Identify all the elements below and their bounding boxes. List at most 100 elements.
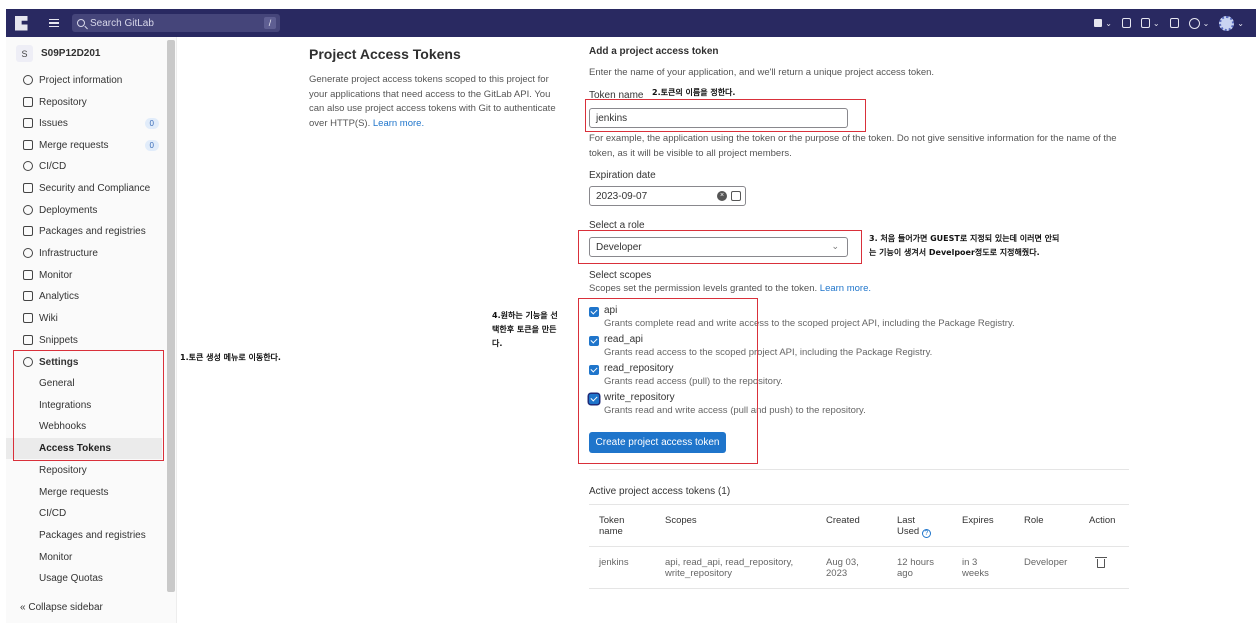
page-title: Project Access Tokens (309, 46, 461, 62)
clear-date-icon[interactable]: × (717, 191, 727, 201)
sidebar-item-repository[interactable]: Repository (6, 92, 166, 112)
scissors-icon (23, 335, 33, 345)
form-heading: Add a project access token (589, 46, 719, 57)
todo-icon (1169, 18, 1179, 28)
merge-icon (23, 140, 33, 150)
deploy-icon (23, 205, 33, 215)
sidebar-item-analytics[interactable]: Analytics (6, 286, 166, 306)
scopes-help: Scopes set the permission levels granted… (589, 283, 872, 294)
search-placeholder: Search GitLab (90, 17, 154, 29)
menu-icon[interactable] (44, 9, 64, 37)
issues-icon (23, 118, 33, 128)
top-navbar: Search GitLab / ⌄ ⌄ ⌄ ⌄ (6, 9, 1256, 37)
double-chevron-left-icon: « (20, 602, 26, 613)
row-created: Aug 03, 2023 (826, 557, 859, 579)
annotation-2: 2.토큰의 이름을 정한다. (652, 88, 736, 97)
rocket-icon (23, 161, 33, 171)
divider (589, 469, 1129, 470)
learn-more-link[interactable]: Learn more. (373, 118, 424, 129)
active-tokens-title: Active project access tokens (1) (589, 486, 731, 497)
help-nav-button[interactable]: ⌄ (1188, 17, 1209, 29)
sidebar-sub-cicd[interactable]: CI/CD (6, 503, 162, 524)
row-expires: in 3 weeks (962, 557, 989, 579)
issues-icon (1121, 18, 1131, 28)
calendar-icon[interactable] (731, 191, 741, 201)
cloud-icon (23, 248, 33, 258)
annotation-3: 3. 처음 들어가면 GUEST로 지정되 있는데 이러면 안되 는 기능이 생… (869, 234, 1060, 257)
header-role: Role (1024, 515, 1044, 526)
sidebar-item-infrastructure[interactable]: Infrastructure (6, 243, 166, 263)
sidebar-item-issues[interactable]: Issues 0 (6, 113, 166, 133)
navbar-actions: ⌄ ⌄ ⌄ ⌄ (1094, 15, 1256, 31)
sidebar-sub-packages[interactable]: Packages and registries (6, 525, 162, 546)
book-icon (23, 313, 33, 323)
annotation-box-role (578, 230, 862, 264)
annotation-box-token-name (585, 99, 866, 132)
sidebar-item-security[interactable]: Security and Compliance (6, 178, 166, 198)
form-subheading: Enter the name of your application, and … (589, 67, 935, 78)
sidebar-item-cicd[interactable]: CI/CD (6, 156, 166, 176)
issues-nav-button[interactable] (1121, 18, 1131, 28)
header-scopes: Scopes (665, 515, 697, 526)
tokens-table-header: Token name Scopes Created Last Used ? Expi… (589, 504, 1129, 547)
search-icon (77, 19, 85, 27)
header-token-name: Token name (599, 515, 625, 537)
row-role: Developer (1024, 557, 1068, 568)
sidebar-sub-usage-quotas[interactable]: Usage Quotas (6, 568, 162, 589)
avatar (1219, 15, 1235, 31)
sidebar-sub-merge-requests[interactable]: Merge requests (6, 482, 162, 503)
help-icon (1188, 17, 1200, 29)
scopes-learn-more-link[interactable]: Learn more. (820, 283, 871, 294)
project-name: S09P12D201 (41, 48, 101, 59)
expiration-label: Expiration date (589, 170, 656, 181)
annotation-4: 4.원하는 기능을 선 택한후 토큰을 만든 다. (492, 311, 558, 348)
info-icon (23, 75, 33, 85)
annotation-box-settings (13, 350, 164, 461)
sidebar-item-wiki[interactable]: Wiki (6, 308, 166, 328)
expiration-date-input[interactable]: 2023-09-07 × (589, 186, 746, 206)
plus-square-icon (1094, 19, 1103, 27)
row-last-used: 12 hours ago (897, 557, 934, 579)
project-avatar: S (16, 45, 33, 62)
merge-request-icon (1140, 18, 1150, 28)
sidebar-sub-repository[interactable]: Repository (6, 460, 162, 481)
chart-icon (23, 291, 33, 301)
sidebar-item-snippets[interactable]: Snippets (6, 330, 166, 350)
header-created: Created (826, 515, 860, 526)
shield-icon (23, 183, 33, 193)
help-icon[interactable]: ? (921, 529, 931, 538)
search-shortcut: / (264, 17, 276, 29)
monitor-icon (23, 270, 33, 280)
merge-requests-nav-button[interactable]: ⌄ (1140, 18, 1160, 28)
annotation-box-scopes (578, 298, 758, 464)
page-description: Generate project access tokens scoped to… (309, 74, 556, 129)
header-last-used: Last Used ? (897, 515, 931, 538)
merge-requests-count-badge: 0 (144, 139, 159, 151)
row-token-name: jenkins (599, 557, 629, 568)
create-new-button[interactable]: ⌄ (1094, 19, 1112, 28)
search-input[interactable]: Search GitLab / (72, 14, 280, 32)
sidebar-item-monitor[interactable]: Monitor (6, 265, 166, 285)
collapse-sidebar-button[interactable]: « Collapse sidebar (20, 602, 103, 613)
todos-nav-button[interactable] (1169, 18, 1179, 28)
trash-icon[interactable] (1095, 557, 1107, 568)
row-scopes: api, read_api, read_repository, write_rep… (665, 557, 794, 579)
annotation-1: 1.토큰 생성 메뉴로 이동한다. (180, 353, 281, 362)
sidebar: S S09P12D201 Project information Reposit… (6, 37, 177, 623)
sidebar-item-merge-requests[interactable]: Merge requests 0 (6, 135, 166, 155)
issues-count-badge: 0 (144, 117, 159, 129)
scopes-label: Select scopes (589, 270, 652, 281)
package-icon (23, 226, 33, 236)
sidebar-project[interactable]: S S09P12D201 (16, 45, 101, 62)
sidebar-item-packages[interactable]: Packages and registries (6, 221, 166, 241)
header-expires: Expires (962, 515, 994, 526)
user-menu-button[interactable]: ⌄ (1219, 15, 1244, 31)
sidebar-sub-monitor[interactable]: Monitor (6, 547, 162, 568)
token-name-help: For example, the application using the t… (589, 133, 1117, 159)
header-action: Action (1089, 515, 1116, 526)
sidebar-item-deployments[interactable]: Deployments (6, 200, 166, 220)
table-row: jenkins api, read_api, read_repository, w… (589, 547, 1129, 589)
sidebar-item-project-information[interactable]: Project information (6, 70, 166, 90)
sidebar-scrollbar[interactable] (167, 40, 175, 592)
gitlab-logo-icon[interactable] (6, 9, 36, 37)
